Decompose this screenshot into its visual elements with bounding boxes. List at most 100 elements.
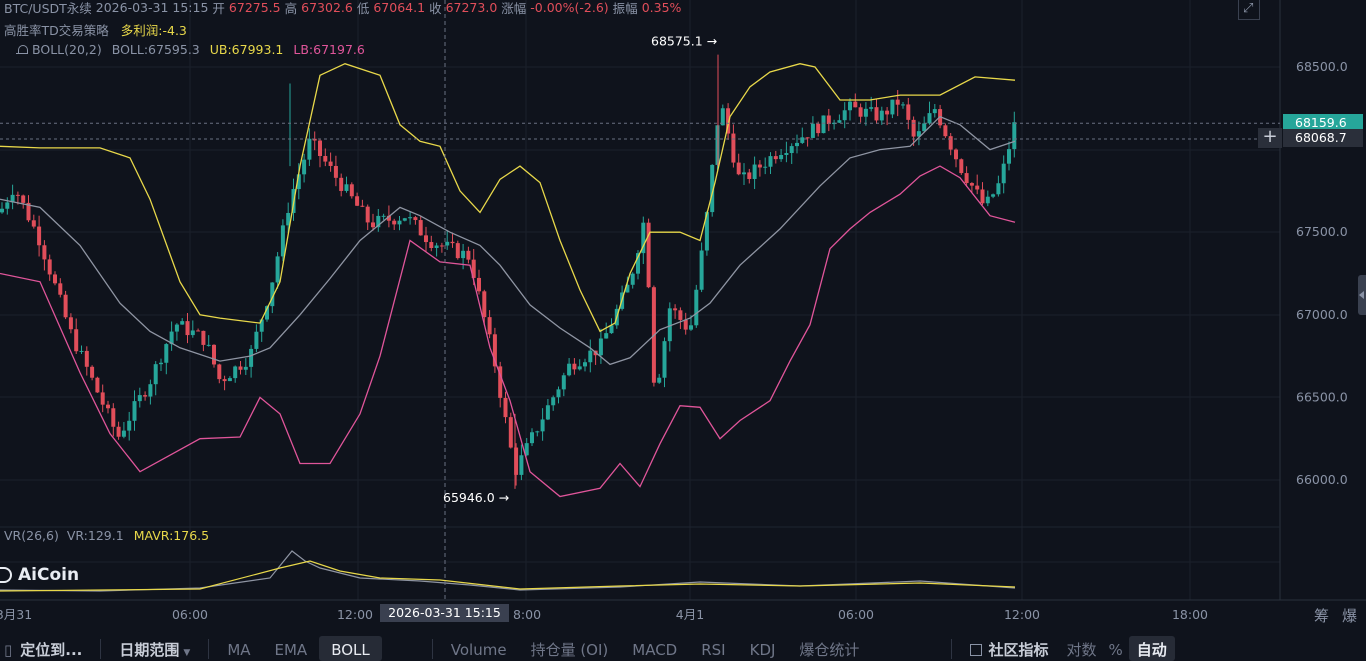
indicator-volume[interactable]: Volume xyxy=(439,636,519,661)
candle-body xyxy=(275,256,280,283)
candle-body xyxy=(657,377,662,383)
percent-toggle[interactable]: % xyxy=(1102,636,1128,661)
candle-body xyxy=(254,331,259,349)
strategy-line[interactable]: 高胜率TD交易策略 多利润:-4.3 xyxy=(4,20,191,39)
candle-body xyxy=(106,404,110,409)
candle-body xyxy=(535,431,540,433)
boll-params[interactable]: BOLL(20,2) xyxy=(32,42,102,57)
candle-body xyxy=(0,208,4,213)
candle-body xyxy=(858,107,863,117)
amplitude-label: 振幅 xyxy=(612,1,638,16)
auto-scale-toggle[interactable]: 自动 xyxy=(1128,636,1175,661)
amplitude-value: 0.35% xyxy=(641,0,682,15)
indicator-kdj[interactable]: KDJ xyxy=(738,636,788,661)
candle-body xyxy=(901,104,905,106)
candle-body xyxy=(959,159,964,174)
indicator-ema[interactable]: EMA xyxy=(263,636,320,661)
candle-body xyxy=(895,99,900,105)
indicator-rsi[interactable]: RSI xyxy=(689,636,737,661)
indicator-ma[interactable]: MA xyxy=(215,636,262,661)
community-indicators-button[interactable]: 社区指标 xyxy=(958,636,1060,661)
low-price-annotation: 65946.0 → xyxy=(443,490,509,505)
candle-body xyxy=(800,137,805,143)
candle-body xyxy=(180,321,185,325)
candle-body xyxy=(773,156,778,160)
price-tick-label: 68500.0 xyxy=(1296,59,1348,74)
candle-body xyxy=(742,172,746,175)
candle-body xyxy=(53,274,57,284)
candle-body xyxy=(15,194,20,196)
change-value: -0.00%(-2.6) xyxy=(530,0,609,15)
time-tick-label: 3月31 xyxy=(0,607,32,622)
indicator-liquidation[interactable]: 爆仓统计 xyxy=(787,636,871,661)
candle-body xyxy=(238,366,243,370)
candle-body xyxy=(572,363,577,370)
candle-body xyxy=(784,153,789,156)
indicator-macd[interactable]: MACD xyxy=(620,636,689,661)
candle-body xyxy=(206,344,211,346)
vr-params[interactable]: VR(26,6) xyxy=(4,528,59,543)
indicator-oi[interactable]: 持仓量 (OI) xyxy=(519,636,621,661)
time-axis-button[interactable]: 筹 xyxy=(1314,607,1329,625)
candle-body xyxy=(519,455,524,475)
side-panel-toggle-icon[interactable] xyxy=(1358,275,1366,315)
price-chart[interactable]: 68500.0 67500.0 67000.0 66500.0 66000.0 3月31 0… xyxy=(0,0,1366,661)
time-axis-button[interactable]: 爆 xyxy=(1342,607,1357,625)
candle-body xyxy=(598,338,603,356)
candle-body xyxy=(969,183,974,186)
candle-body xyxy=(583,362,587,367)
candle-body xyxy=(810,123,815,138)
strategy-name[interactable]: 高胜率TD交易策略 xyxy=(4,20,109,39)
crosshair-time-tag: 2026-03-31 15:15 xyxy=(380,604,509,622)
candle-body xyxy=(392,220,397,225)
candle-body xyxy=(482,291,487,318)
candle-body xyxy=(413,217,418,221)
time-tick-label: 12:00 xyxy=(1004,607,1040,622)
candle-body xyxy=(848,101,852,111)
high-price-annotation: 68575.1 → xyxy=(651,34,717,49)
candle-body xyxy=(148,384,153,397)
candle-body xyxy=(371,222,375,228)
indicator-boll[interactable]: BOLL xyxy=(319,636,382,661)
vr-value: VR:129.1 xyxy=(66,528,124,543)
candle-body xyxy=(42,245,47,260)
log-scale-toggle[interactable]: 对数 xyxy=(1060,636,1102,661)
candle-body xyxy=(991,194,996,197)
candle-body xyxy=(795,142,799,147)
candle-body xyxy=(477,277,481,292)
candle-body xyxy=(837,120,842,123)
fullscreen-icon[interactable] xyxy=(1238,0,1260,20)
bell-icon[interactable] xyxy=(16,44,28,56)
time-tick-label: 18:00 xyxy=(1172,607,1208,622)
candle-body xyxy=(964,173,969,184)
candle-body xyxy=(121,430,126,437)
candle-body xyxy=(530,432,534,444)
candle-body xyxy=(201,330,206,345)
candle-body xyxy=(731,133,736,163)
candle-body xyxy=(174,324,179,332)
chevron-down-icon: ▼ xyxy=(183,648,191,658)
locate-button[interactable]: ▯ 定位到... xyxy=(0,636,94,661)
close-label: 收 xyxy=(429,1,442,16)
candle-body xyxy=(90,366,95,378)
candle-body xyxy=(985,196,990,204)
vr-line[interactable]: VR(26,6) VR:129.1 MAVR:176.5 xyxy=(4,528,213,543)
candle-body xyxy=(21,195,26,203)
candle-body xyxy=(339,177,344,191)
add-alert-plus-icon[interactable]: + xyxy=(1258,128,1282,148)
candle-body xyxy=(863,108,868,117)
candle-body xyxy=(540,419,545,432)
candle-body xyxy=(360,205,365,207)
boll-line[interactable]: BOLL(20,2) BOLL:67595.3 UB:67993.1 LB:67… xyxy=(2,42,369,57)
open-value: 67275.5 xyxy=(228,0,281,15)
date-range-button[interactable]: 日期范围 ▼ xyxy=(107,636,202,661)
candle-body xyxy=(699,250,704,290)
candle-body xyxy=(1012,122,1017,150)
boll-mid-value: BOLL:67595.3 xyxy=(111,42,200,57)
candle-body xyxy=(47,259,52,275)
candle-body xyxy=(821,115,826,134)
candle-body xyxy=(408,217,413,219)
candle-body xyxy=(906,104,911,120)
candle-body xyxy=(503,397,508,418)
candle-body xyxy=(381,215,386,217)
